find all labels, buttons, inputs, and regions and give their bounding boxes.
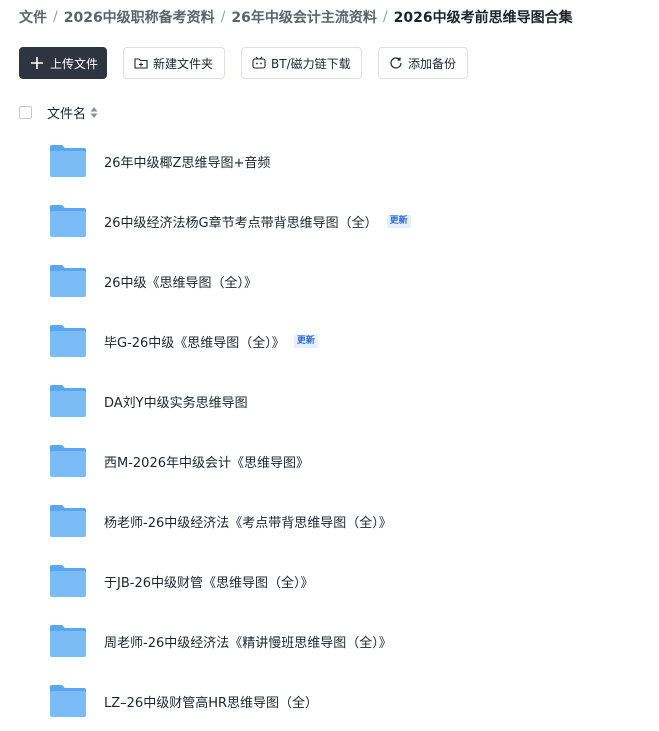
- list-item[interactable]: 周老师-26中级经济法《精讲慢班思维导图（全）》: [0, 611, 659, 671]
- file-name[interactable]: 周老师-26中级经济法《精讲慢班思维导图（全）》: [104, 632, 392, 651]
- bt-magnet-download-label: BT/磁力链下载: [271, 56, 351, 71]
- file-name[interactable]: 毕G-26中级《思维导图（全）》 更新: [104, 332, 318, 351]
- list-item[interactable]: DA刘Y中级实务思维导图: [0, 371, 659, 431]
- file-name[interactable]: 西M-2026年中级会计《思维导图》: [104, 452, 309, 471]
- folder-icon: [49, 264, 87, 298]
- folder-icon: [49, 504, 87, 538]
- file-name[interactable]: DA刘Y中级实务思维导图: [104, 392, 248, 411]
- list-header: 文件名: [19, 102, 98, 122]
- new-folder-icon: [134, 56, 148, 70]
- toolbar: 上传文件 新建文件夹 BT/磁力链下载 添加备份: [19, 47, 468, 79]
- file-name[interactable]: 26中级经济法杨G章节考点带背思维导图（全） 更新: [104, 212, 411, 231]
- new-folder-button-label: 新建文件夹: [153, 56, 214, 71]
- file-name-label: 26中级经济法杨G章节考点带背思维导图（全）: [104, 216, 378, 231]
- file-name[interactable]: 26年中级椰Z思维导图+音频: [104, 152, 270, 171]
- file-name-label: 26中级《思维导图（全）》: [104, 276, 258, 291]
- file-name[interactable]: 杨老师-26中级经济法《考点带背思维导图（全）》: [104, 512, 392, 531]
- list-item[interactable]: 毕G-26中级《思维导图（全）》 更新: [0, 311, 659, 371]
- folder-icon: [49, 564, 87, 598]
- folder-icon: [49, 144, 87, 178]
- column-header-name-label: 文件名: [47, 106, 87, 122]
- new-folder-button[interactable]: 新建文件夹: [123, 47, 225, 79]
- select-all-checkbox[interactable]: [19, 105, 32, 119]
- file-name[interactable]: 26中级《思维导图（全）》: [104, 272, 257, 291]
- folder-icon: [49, 324, 87, 358]
- sort-icon[interactable]: [90, 106, 98, 118]
- list-item[interactable]: LZ–26中级财管高HR思维导图（全）: [0, 671, 659, 731]
- file-name[interactable]: 于JB-26中级财管《思维导图（全）》: [104, 572, 314, 591]
- list-item[interactable]: 于JB-26中级财管《思维导图（全）》: [0, 551, 659, 611]
- breadcrumb-item-files[interactable]: 文件: [19, 7, 47, 27]
- list-item[interactable]: 杨老师-26中级经济法《考点带背思维导图（全）》: [0, 491, 659, 551]
- folder-icon: [49, 444, 87, 478]
- updated-badge: 更新: [293, 335, 318, 348]
- list-item[interactable]: 26年中级椰Z思维导图+音频: [0, 131, 659, 191]
- updated-badge: 更新: [386, 215, 411, 228]
- add-backup-label: 添加备份: [408, 56, 457, 71]
- upload-button-label: 上传文件: [50, 56, 99, 71]
- folder-icon: [49, 624, 87, 658]
- file-name-label: 周老师-26中级经济法《精讲慢班思维导图（全）》: [104, 636, 392, 651]
- breadcrumb-item-accounting-materials[interactable]: 26年中级会计主流资料: [231, 7, 376, 27]
- file-name-label: LZ–26中级财管高HR思维导图（全）: [104, 696, 318, 711]
- breadcrumb-separator: /: [220, 9, 226, 25]
- file-name-label: 于JB-26中级财管《思维导图（全）》: [104, 576, 314, 591]
- list-item[interactable]: 西M-2026年中级会计《思维导图》: [0, 431, 659, 491]
- file-name-label: 毕G-26中级《思维导图（全）》: [104, 336, 285, 351]
- magnet-icon: [252, 56, 266, 70]
- bt-magnet-download-button[interactable]: BT/磁力链下载: [241, 47, 362, 79]
- file-name-label: 26年中级椰Z思维导图+音频: [104, 156, 271, 171]
- breadcrumb-separator: /: [53, 9, 58, 25]
- breadcrumb-item-exam-materials[interactable]: 2026中级职称备考资料: [64, 7, 215, 27]
- backup-sync-icon: [389, 56, 403, 70]
- file-name-label: DA刘Y中级实务思维导图: [104, 396, 248, 411]
- column-header-name[interactable]: 文件名: [47, 103, 98, 122]
- folder-icon: [49, 684, 87, 718]
- file-name-label: 西M-2026年中级会计《思维导图》: [104, 456, 309, 471]
- list-item[interactable]: 26中级《思维导图（全）》: [0, 251, 659, 311]
- folder-icon: [49, 204, 87, 238]
- upload-button[interactable]: 上传文件: [19, 47, 107, 79]
- plus-icon: [30, 56, 44, 70]
- add-backup-button[interactable]: 添加备份: [378, 47, 468, 79]
- file-name-label: 杨老师-26中级经济法《考点带背思维导图（全）》: [104, 516, 392, 531]
- breadcrumb: 文件 / 2026中级职称备考资料 / 26年中级会计主流资料 / 2026中级…: [19, 6, 573, 28]
- list-item[interactable]: 26中级经济法杨G章节考点带背思维导图（全） 更新: [0, 191, 659, 251]
- folder-icon: [49, 384, 87, 418]
- breadcrumb-separator: /: [382, 9, 388, 25]
- breadcrumb-item-current-folder: 2026中级考前思维导图合集: [393, 10, 573, 26]
- file-name[interactable]: LZ–26中级财管高HR思维导图（全）: [104, 692, 318, 711]
